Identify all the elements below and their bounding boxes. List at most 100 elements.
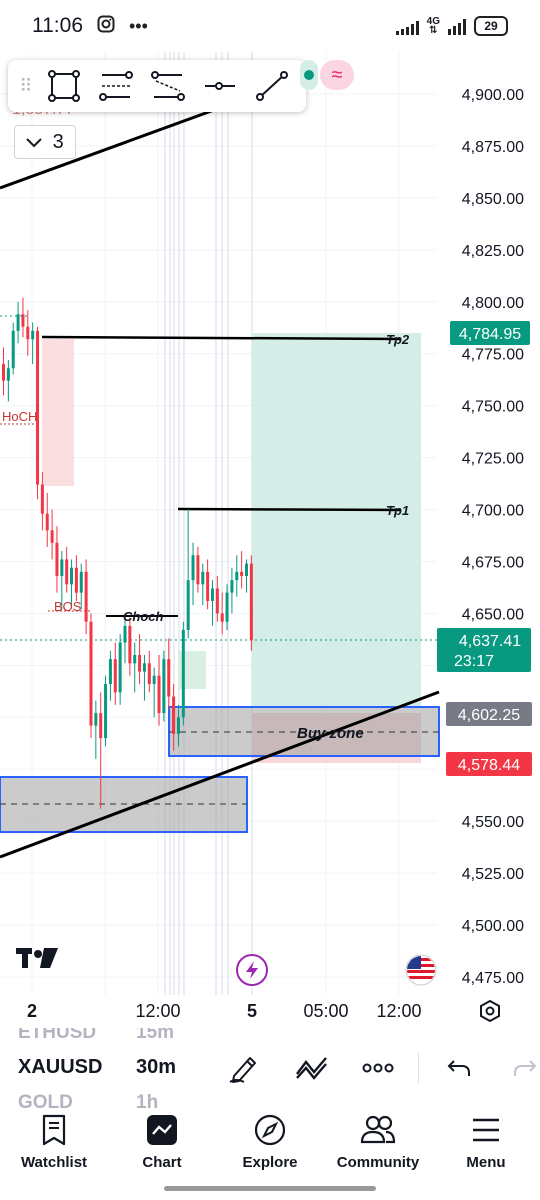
- nav-community[interactable]: Community: [324, 1108, 432, 1178]
- candle-body: [128, 625, 132, 664]
- time-label: 12:00: [376, 1001, 422, 1021]
- candle-body: [215, 588, 219, 614]
- price-axis-label: 4,675.00: [462, 554, 524, 571]
- candle-body: [176, 717, 180, 734]
- current-interval: 30m: [136, 1056, 177, 1078]
- time-label: 5: [246, 1001, 258, 1021]
- symbol-interval-picker[interactable]: ETHUSD 15m XAUUSD 30m GOLD 1h: [0, 1028, 200, 1112]
- svg-text:4,784.95: 4,784.95: [459, 326, 521, 343]
- time-label: 2: [26, 1001, 38, 1021]
- regression-trend-tool-icon[interactable]: [144, 64, 192, 108]
- candle-body: [201, 571, 205, 585]
- menu-icon: [468, 1112, 504, 1148]
- events-lightning-icon[interactable]: [236, 954, 268, 986]
- take-profit-zone[interactable]: [252, 333, 421, 707]
- candle-body: [11, 330, 15, 369]
- candle-body: [94, 713, 98, 726]
- candle-body: [55, 542, 59, 577]
- compass-icon: [252, 1112, 288, 1148]
- candle-body: [99, 713, 103, 739]
- price-axis-label: 4,825.00: [462, 243, 524, 260]
- watchlist-icon: [36, 1112, 72, 1148]
- chart-settings-icon[interactable]: [478, 999, 502, 1023]
- home-indicator[interactable]: [164, 1186, 376, 1191]
- candle-body: [191, 555, 195, 581]
- time-label: 12:00: [135, 1001, 181, 1021]
- price-axis-label: 4,725.00: [462, 451, 524, 468]
- visibility-toggle-icon[interactable]: [300, 60, 318, 90]
- drag-handle-icon[interactable]: ⠿: [16, 76, 36, 97]
- candle-body: [60, 559, 64, 577]
- symbol-row-above[interactable]: ETHUSD 15m: [18, 1028, 200, 1044]
- tp2-price-tag: 4,784.95: [450, 321, 530, 345]
- rectangle-tool-icon[interactable]: [40, 64, 88, 108]
- price-axis-label: 4,875.00: [462, 139, 524, 156]
- battery-icon: 29: [474, 16, 508, 36]
- parallel-channel-tool-icon[interactable]: [92, 64, 140, 108]
- nav-explore[interactable]: Explore: [216, 1108, 324, 1178]
- nav-menu[interactable]: Menu: [432, 1108, 540, 1178]
- price-axis-label: 4,525.00: [462, 866, 524, 883]
- nav-chart[interactable]: Chart: [108, 1108, 216, 1178]
- price-axis-label: 4,475.00: [462, 970, 524, 987]
- candle-body: [108, 659, 112, 685]
- svg-text:4,578.44: 4,578.44: [458, 757, 520, 774]
- candle-body: [6, 368, 10, 381]
- status-bar: 11:06 ••• 4G ⇅ 29: [0, 0, 540, 52]
- time-axis[interactable]: 2 12:00 5 05:00 12:00: [0, 995, 540, 1027]
- undo-icon[interactable]: [446, 1046, 472, 1090]
- wave-tool-icon[interactable]: ≈: [320, 60, 354, 90]
- candle-body: [206, 571, 210, 601]
- candle-body: [138, 654, 142, 672]
- candle-body: [40, 484, 44, 514]
- candle-body: [45, 513, 49, 531]
- symbol-row-current[interactable]: XAUUSD 30m: [18, 1056, 200, 1079]
- candle-body: [157, 675, 161, 714]
- session-vertical-lines: [164, 52, 253, 995]
- candle-body: [235, 571, 239, 581]
- price-chart[interactable]: Tp2 Tp1 Choch BOS HoCH Buy zone 4,900.00…: [0, 52, 540, 1000]
- horizontal-line-tool-icon[interactable]: [196, 64, 244, 108]
- drawing-toolbar: ⠿: [8, 60, 306, 112]
- buy-zone-top-tag: 4,602.25: [446, 702, 532, 726]
- more-notifications-icon: •••: [129, 15, 148, 36]
- price-axis: 4,900.00 4,875.00 4,850.00 4,825.00 4,800.00…: [462, 87, 524, 987]
- price-axis-label: 4,650.00: [462, 606, 524, 623]
- candle-body: [74, 567, 78, 593]
- community-icon: [360, 1112, 396, 1148]
- candle-body: [65, 559, 69, 585]
- indicator-count: 3: [52, 130, 64, 153]
- buy-zone-bottom-tag: 4,578.44: [446, 752, 532, 776]
- time-label: 05:00: [303, 1001, 349, 1021]
- candle-body: [70, 567, 74, 585]
- drawing-tool-button[interactable]: [226, 1046, 262, 1090]
- current-symbol: XAUUSD: [18, 1056, 103, 1078]
- choch-label: Choch: [123, 609, 164, 624]
- indicators-button[interactable]: [294, 1046, 330, 1090]
- redo-icon[interactable]: [512, 1046, 538, 1090]
- chart-icon: [144, 1112, 180, 1148]
- svg-text:23:17: 23:17: [454, 653, 494, 670]
- candle-body: [196, 555, 200, 585]
- supply-block: [42, 339, 74, 486]
- svg-text:4,637.41: 4,637.41: [459, 633, 521, 650]
- more-options-icon[interactable]: [362, 1046, 394, 1090]
- nav-watchlist[interactable]: Watchlist: [0, 1108, 108, 1178]
- candle-body: [220, 613, 224, 622]
- price-axis-label: 4,700.00: [462, 503, 524, 520]
- candle-body: [225, 592, 229, 622]
- tp1-line[interactable]: [177, 507, 401, 512]
- candle-body: [16, 314, 20, 331]
- bottom-navigation: Watchlist Chart Explore Community Menu: [0, 1108, 540, 1178]
- candle-body: [245, 563, 248, 577]
- tp2-label: Tp2: [386, 332, 410, 347]
- trend-line-tool-icon[interactable]: [248, 64, 296, 108]
- chevron-down-icon: [26, 131, 42, 154]
- candle-body: [2, 364, 5, 381]
- candle-body: [186, 580, 190, 631]
- candle-body: [79, 571, 83, 593]
- indicators-collapse-button[interactable]: 3: [14, 125, 76, 159]
- wifi-signal-icon: [395, 17, 419, 35]
- candle-body: [89, 621, 93, 726]
- us-flag-icon[interactable]: [405, 954, 437, 986]
